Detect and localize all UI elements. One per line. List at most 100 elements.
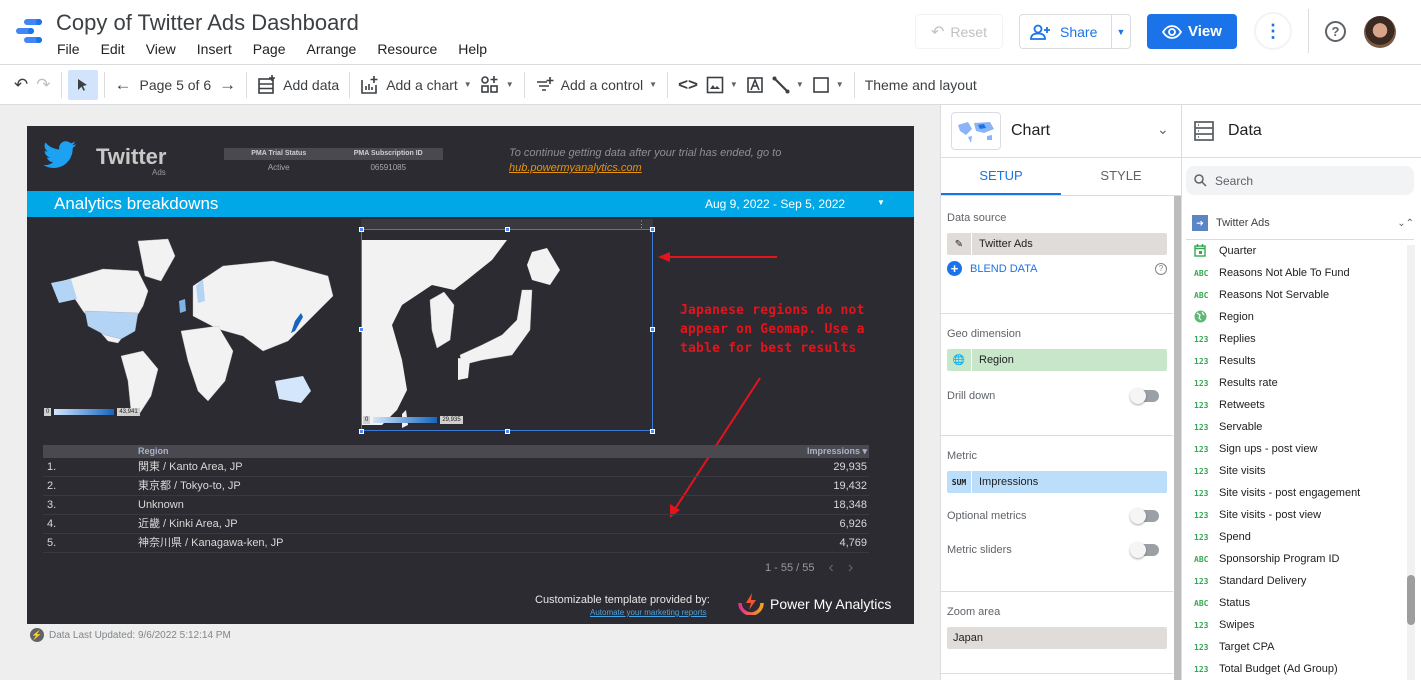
data-source-row[interactable]: ➔ Twitter Ads ⌄⌃ bbox=[1192, 213, 1414, 233]
number-type-icon: 123 bbox=[1194, 532, 1209, 542]
field-item[interactable]: 123 Site visits - post engagement bbox=[1186, 482, 1408, 504]
field-item[interactable]: 123 Standard Delivery bbox=[1186, 570, 1408, 592]
field-item[interactable]: 123 Spend bbox=[1186, 526, 1408, 548]
image-icon bbox=[706, 76, 724, 93]
field-search-input[interactable]: Search bbox=[1186, 166, 1414, 195]
blend-data-button[interactable]: + BLEND DATA ? bbox=[947, 261, 1167, 276]
pma-logo[interactable]: Power My Analytics bbox=[738, 593, 891, 615]
optional-metrics-toggle[interactable] bbox=[1130, 508, 1159, 524]
menu-arrange[interactable]: Arrange bbox=[307, 41, 357, 57]
tab-setup[interactable]: SETUP bbox=[941, 158, 1061, 195]
community-viz-icon bbox=[480, 75, 498, 93]
menu-edit[interactable]: Edit bbox=[101, 41, 125, 57]
field-item[interactable]: 123 Target CPA bbox=[1186, 636, 1408, 658]
field-list-scroll-thumb[interactable] bbox=[1407, 575, 1415, 625]
next-page-icon[interactable]: › bbox=[848, 559, 853, 577]
chevron-down-icon[interactable]: ⌄ bbox=[1157, 121, 1169, 138]
menu-view[interactable]: View bbox=[146, 41, 176, 57]
field-item[interactable]: 123 Sign ups - post view bbox=[1186, 438, 1408, 460]
table-row: 3. Unknown 18,348 bbox=[43, 496, 869, 515]
field-item[interactable]: 123 Swipes bbox=[1186, 614, 1408, 636]
field-item[interactable]: 123 Site visits bbox=[1186, 460, 1408, 482]
theme-layout-button[interactable]: Theme and layout bbox=[861, 70, 981, 100]
arrow-right-icon: → bbox=[219, 75, 237, 94]
geo-chart-icon bbox=[958, 122, 994, 143]
more-options-button[interactable]: ⋮ bbox=[1254, 12, 1292, 50]
field-item[interactable]: 123 Servable bbox=[1186, 416, 1408, 438]
undo-icon: ↶ bbox=[14, 75, 29, 94]
divider bbox=[103, 71, 105, 98]
number-type-icon: 123 bbox=[1194, 576, 1209, 586]
chart-type-thumbnail[interactable] bbox=[951, 112, 1001, 150]
shape-button[interactable]: ▼ bbox=[808, 70, 848, 100]
header-region[interactable]: Region bbox=[138, 445, 689, 458]
field-item[interactable]: Quarter bbox=[1186, 240, 1408, 262]
field-name: Swipes bbox=[1219, 619, 1255, 631]
header-impressions[interactable]: Impressions ▾ bbox=[689, 445, 869, 458]
help-icon[interactable]: ? bbox=[1155, 262, 1167, 275]
embed-url-button[interactable]: <> bbox=[674, 70, 702, 100]
field-item[interactable]: 123 Replies bbox=[1186, 328, 1408, 350]
menu-resource[interactable]: Resource bbox=[377, 41, 437, 57]
collapse-expand-icon[interactable]: ⌄⌃ bbox=[1397, 218, 1414, 229]
view-button[interactable]: View bbox=[1147, 14, 1237, 49]
redo-button[interactable]: ↷ bbox=[32, 70, 54, 100]
field-item[interactable]: ABC Sponsorship Program ID bbox=[1186, 548, 1408, 570]
share-dropdown-button[interactable]: ▼ bbox=[1112, 27, 1130, 37]
field-name: Site visits - post engagement bbox=[1219, 487, 1361, 499]
add-chart-button[interactable]: Add a chart ▼ bbox=[356, 70, 476, 100]
page-indicator[interactable]: Page 5 of 6 bbox=[136, 70, 216, 100]
geo-dimension-chip[interactable]: 🌐 Region bbox=[947, 349, 1167, 371]
metric-section: Metric SUM Impressions Optional metrics … bbox=[941, 436, 1173, 592]
footer-link[interactable]: Automate your marketing reports bbox=[590, 608, 707, 617]
field-item[interactable]: Region bbox=[1186, 306, 1408, 328]
arrow-left-icon: ← bbox=[114, 75, 132, 94]
field-item[interactable]: ABC Status bbox=[1186, 592, 1408, 614]
drill-down-toggle[interactable] bbox=[1130, 388, 1159, 404]
share-button[interactable]: Share bbox=[1020, 15, 1112, 48]
aggregation-label[interactable]: SUM bbox=[947, 471, 972, 493]
help-button[interactable]: ? bbox=[1325, 21, 1346, 42]
line-button[interactable]: ▼ bbox=[768, 70, 808, 100]
divider bbox=[853, 71, 855, 98]
field-item[interactable]: 123 Results bbox=[1186, 350, 1408, 372]
data-source-chip[interactable]: ✎ Twitter Ads bbox=[947, 233, 1167, 255]
menu-page[interactable]: Page bbox=[253, 41, 286, 57]
add-control-button[interactable]: Add a control ▼ bbox=[531, 70, 661, 100]
menu-insert[interactable]: Insert bbox=[197, 41, 232, 57]
field-name: Replies bbox=[1219, 333, 1256, 345]
field-item[interactable]: 123 Total Budget (Ad Group) bbox=[1186, 658, 1408, 680]
row-impressions: 18,348 bbox=[833, 499, 867, 511]
field-item[interactable]: 123 Retweets bbox=[1186, 394, 1408, 416]
undo-button[interactable]: ↶ bbox=[10, 70, 32, 100]
community-viz-button[interactable]: ▼ bbox=[476, 70, 518, 100]
field-item[interactable]: ABC Reasons Not Able To Fund bbox=[1186, 262, 1408, 284]
previous-page-button[interactable]: ← bbox=[111, 70, 136, 100]
tab-style[interactable]: STYLE bbox=[1061, 158, 1181, 195]
field-item[interactable]: 123 Site visits - post view bbox=[1186, 504, 1408, 526]
add-data-button[interactable]: Add data bbox=[253, 70, 343, 100]
user-avatar[interactable] bbox=[1364, 16, 1396, 48]
image-button[interactable]: ▼ bbox=[702, 70, 742, 100]
text-button[interactable] bbox=[742, 70, 768, 100]
last-updated-label: Data Last Updated: 9/6/2022 5:12:14 PM bbox=[49, 629, 231, 641]
metric-sliders-toggle[interactable] bbox=[1130, 542, 1159, 558]
data-source-value: Twitter Ads bbox=[979, 238, 1033, 250]
next-page-button[interactable]: → bbox=[215, 70, 240, 100]
data-panel-title: Data bbox=[1228, 122, 1262, 139]
caret-down-icon: ▼ bbox=[463, 80, 472, 89]
metric-chip[interactable]: SUM Impressions bbox=[947, 471, 1167, 493]
drill-down-label: Drill down bbox=[947, 390, 996, 402]
menu-help[interactable]: Help bbox=[458, 41, 487, 57]
pencil-icon[interactable]: ✎ bbox=[947, 233, 972, 255]
select-tool-button[interactable] bbox=[67, 69, 98, 100]
menu-file[interactable]: File bbox=[57, 41, 80, 57]
report-title[interactable]: Copy of Twitter Ads Dashboard bbox=[56, 10, 359, 36]
reset-button[interactable]: ↶ Reset bbox=[915, 14, 1003, 49]
calendar-icon bbox=[1186, 243, 1219, 259]
menu-bar: File Edit View Insert Page Arrange Resou… bbox=[57, 41, 508, 57]
field-item[interactable]: 123 Results rate bbox=[1186, 372, 1408, 394]
zoom-area-select[interactable]: Japan bbox=[947, 627, 1167, 649]
field-item[interactable]: ABC Reasons Not Servable bbox=[1186, 284, 1408, 306]
prev-page-icon[interactable]: ‹ bbox=[829, 559, 834, 577]
